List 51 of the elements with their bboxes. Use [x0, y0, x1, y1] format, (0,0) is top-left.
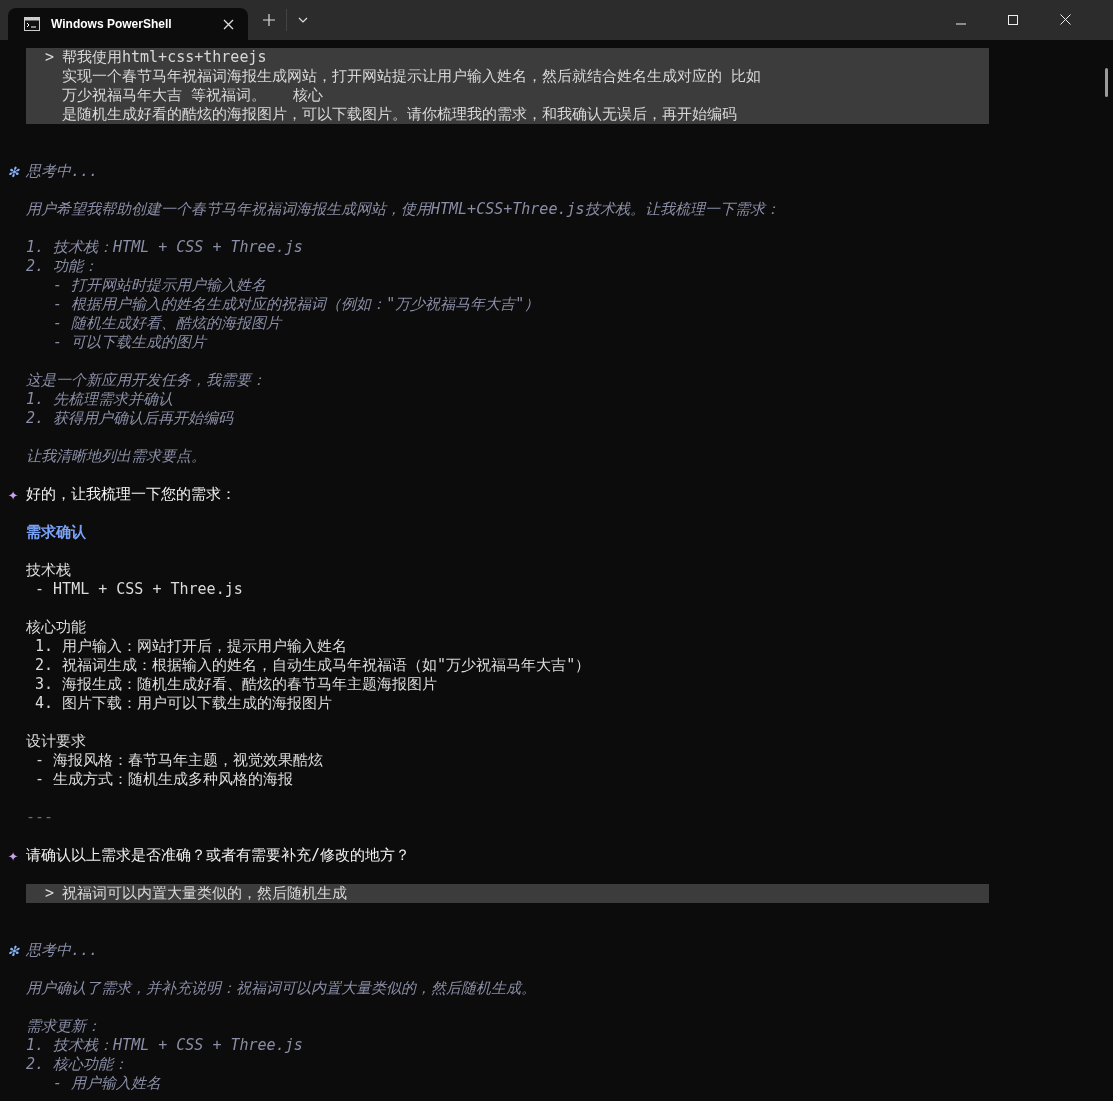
thinking-title: 思考中...	[26, 162, 99, 181]
thinking-title: 思考中...	[26, 941, 99, 960]
terminal-tab[interactable]: Windows PowerShell	[8, 8, 248, 40]
maximize-icon[interactable]	[1008, 15, 1018, 25]
thinking-text: 需求更新：	[26, 1017, 101, 1036]
message-text: 核心功能	[26, 618, 86, 637]
terminal-icon	[24, 17, 40, 31]
prompt-text: 祝福词可以内置大量类似的，然后随机生成	[62, 884, 347, 903]
message-text: 1. 用户输入：网站打开后，提示用户输入姓名	[34, 637, 348, 656]
thinking-text: - 随机生成好看、酷炫的海报图片	[52, 314, 282, 333]
thinking-text: - 打开网站时提示用户输入姓名	[52, 276, 267, 295]
divider-text: ---	[26, 808, 54, 827]
thinking-text: - 可以下载生成的图片	[52, 333, 207, 352]
close-icon[interactable]	[1060, 14, 1071, 25]
thinking-text: 2. 功能：	[26, 257, 99, 276]
thinking-text: 让我清晰地列出需求要点。	[26, 447, 206, 466]
thinking-text: 这是一个新应用开发任务，我需要：	[26, 371, 266, 390]
asterisk-icon: ✻	[0, 162, 26, 181]
section-heading: 需求确认	[26, 523, 86, 542]
prompt-text: 万少祝福马年大吉 等祝福词。 核心	[62, 86, 324, 105]
message-text: 3. 海报生成：随机生成好看、酷炫的春节马年主题海报图片	[34, 675, 438, 694]
response-text: 好的，让我梳理一下您的需求：	[26, 485, 236, 504]
prompt-marker: >	[44, 884, 54, 903]
response-text: 请确认以上需求是否准确？或者有需要补充/修改的地方？	[26, 846, 411, 865]
thinking-text: 1. 先梳理需求并确认	[26, 390, 174, 409]
prompt-marker: >	[44, 48, 54, 67]
thinking-text: 2. 获得用户确认后再开始编码	[26, 409, 234, 428]
message-text: 2. 祝福词生成：根据输入的姓名，自动生成马年祝福语（如"万少祝福马年大吉"）	[34, 656, 591, 675]
thinking-text: 用户确认了需求，并补充说明：祝福词可以内置大量类似的，然后随机生成。	[26, 979, 536, 998]
scrollbar-thumb[interactable]	[1105, 68, 1108, 97]
prompt-text: 实现一个春节马年祝福词海报生成网站，打开网站提示让用户输入姓名，然后就结合姓名生成对应的 比如	[62, 67, 762, 86]
message-text: 4. 图片下载：用户可以下载生成的海报图片	[34, 694, 333, 713]
prompt-text: 是随机生成好看的酷炫的海报图片，可以下载图片。请你梳理我的需求，和我确认无误后，再开始编码	[62, 105, 737, 124]
thinking-text: 1. 技术栈：HTML + CSS + Three.js	[26, 238, 303, 257]
message-text: 技术栈	[26, 561, 71, 580]
sparkle-icon: ✦	[0, 485, 26, 504]
message-text: 设计要求	[26, 732, 86, 751]
thinking-text: 用户希望我帮助创建一个春节马年祝福词海报生成网站，使用HTML+CSS+Three.js技术栈。让我梳理一下需求：	[26, 200, 780, 219]
dropdown-icon[interactable]	[298, 17, 308, 23]
thinking-text: 2. 核心功能：	[26, 1055, 129, 1074]
message-text: - 生成方式：随机生成多种风格的海报	[34, 770, 294, 789]
thinking-text: - 用户输入姓名	[52, 1074, 162, 1093]
asterisk-icon: ✻	[0, 941, 26, 960]
close-tab-icon[interactable]	[223, 18, 234, 30]
thinking-text: - 根据用户输入的姓名生成对应的祝福词（例如："万少祝福马年大吉"）	[52, 295, 540, 314]
prompt-text: 帮我使用html+css+threejs	[62, 48, 267, 67]
thinking-text: 1. 技术栈：HTML + CSS + Three.js	[26, 1036, 303, 1055]
message-text: - 海报风格：春节马年主题，视觉效果酷炫	[34, 751, 324, 770]
sparkle-icon: ✦	[0, 846, 26, 865]
new-tab-icon[interactable]	[263, 14, 275, 26]
message-text: - HTML + CSS + Three.js	[34, 580, 243, 599]
